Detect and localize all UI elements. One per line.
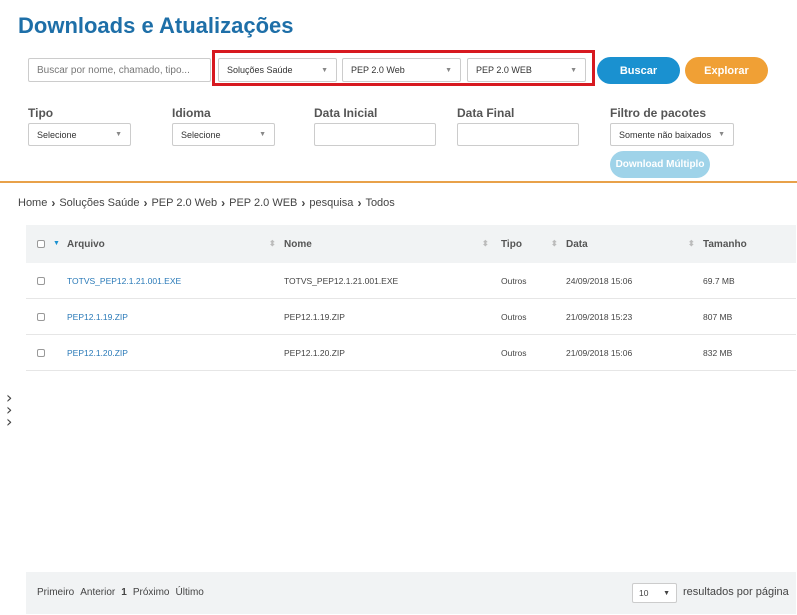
breadcrumb-home[interactable]: Home	[18, 197, 47, 209]
col-nome[interactable]: Nome	[284, 225, 312, 263]
table-row: TOTVS_PEP12.1.21.001.EXE TOTVS_PEP12.1.2…	[26, 263, 796, 299]
explorar-button[interactable]: Explorar	[685, 57, 768, 84]
table-header: ▼ Arquivo ⬍ Nome ⬍ Tipo ⬍ Data ⬍ Tamanho	[26, 225, 796, 263]
idioma-select[interactable]: Selecione ▼	[172, 123, 275, 146]
pager-first[interactable]: Primeiro	[37, 587, 74, 598]
filtro-pacotes-value: Somente não baixados	[619, 129, 712, 140]
filtro-pacotes-label: Filtro de pacotes	[610, 106, 707, 120]
arquivo-link[interactable]: PEP12.1.20.ZIP	[67, 335, 128, 371]
chevron-down-icon: ▼	[115, 131, 122, 138]
pager-links: Primeiro Anterior 1 Próximo Último	[37, 587, 204, 598]
per-page-label: resultados por página	[683, 586, 789, 598]
data-cell: 24/09/2018 15:06	[566, 276, 633, 286]
idioma-label: Idioma	[172, 106, 211, 120]
tipo-label: Tipo	[28, 106, 54, 120]
col-tamanho[interactable]: Tamanho	[703, 225, 747, 263]
breadcrumb: Home › Soluções Saúde › PEP 2.0 Web › PEP 2…	[18, 196, 395, 210]
chevron-down-icon: ▼	[259, 131, 266, 138]
tipo-select-value: Selecione	[37, 129, 77, 140]
highlight-annotation	[212, 50, 595, 86]
sort-icon[interactable]: ⬍	[551, 239, 558, 248]
pager-prev[interactable]: Anterior	[80, 587, 115, 598]
chevron-right-icon: ›	[51, 196, 56, 210]
expand-handle[interactable]: › › ›	[6, 390, 13, 431]
data-inicial-label: Data Inicial	[314, 106, 378, 120]
page-title: Downloads e Atualizações	[18, 13, 294, 38]
col-data[interactable]: Data	[566, 225, 588, 263]
breadcrumb-version[interactable]: PEP 2.0 WEB	[229, 197, 297, 209]
buscar-button[interactable]: Buscar	[597, 57, 680, 84]
chevron-right-icon: ›	[143, 196, 148, 210]
table-row: PEP12.1.20.ZIP PEP12.1.20.ZIP Outros 21/…	[26, 335, 796, 371]
tamanho-cell: 832 MB	[703, 348, 733, 358]
checkbox-box	[37, 277, 45, 285]
nome-cell: TOTVS_PEP12.1.21.001.EXE	[284, 276, 399, 286]
tamanho-cell: 69.7 MB	[703, 276, 735, 286]
divider	[0, 181, 797, 183]
breadcrumb-solucoes[interactable]: Soluções Saúde	[59, 197, 139, 209]
pagination: Primeiro Anterior 1 Próximo Último 10 ▼ …	[26, 572, 796, 614]
select-all-checkbox[interactable]	[37, 225, 45, 263]
chevron-down-icon: ▼	[663, 589, 670, 597]
col-arquivo[interactable]: Arquivo	[67, 225, 105, 263]
pager-current: 1	[121, 587, 127, 598]
tipo-cell: Outros	[501, 276, 527, 286]
pager-last[interactable]: Último	[176, 587, 204, 598]
row-checkbox[interactable]	[37, 299, 45, 335]
arquivo-link[interactable]: TOTVS_PEP12.1.21.001.EXE	[67, 263, 181, 299]
idioma-select-value: Selecione	[181, 129, 221, 140]
col-tipo[interactable]: Tipo	[501, 225, 522, 263]
data-final-input[interactable]	[457, 123, 579, 146]
chevron-down-icon: ▼	[718, 131, 725, 138]
checkbox-box	[37, 240, 45, 248]
nome-cell: PEP12.1.20.ZIP	[284, 348, 345, 358]
download-multiplo-button[interactable]: Download Múltiplo	[610, 151, 710, 178]
sort-icon[interactable]: ⬍	[269, 239, 276, 248]
checkbox-box	[37, 313, 45, 321]
pager-next[interactable]: Próximo	[133, 587, 170, 598]
data-cell: 21/09/2018 15:06	[566, 348, 633, 358]
page-size-value: 10	[639, 588, 649, 598]
page-size-select[interactable]: 10 ▼	[632, 583, 677, 603]
chevron-right-icon: ›	[221, 196, 226, 210]
data-inicial-input[interactable]	[314, 123, 436, 146]
sort-icon[interactable]: ⬍	[688, 239, 695, 248]
search-input[interactable]	[28, 58, 211, 82]
table-row: PEP12.1.19.ZIP PEP12.1.19.ZIP Outros 21/…	[26, 299, 796, 335]
tipo-cell: Outros	[501, 312, 527, 322]
chevron-right-icon: ›	[357, 196, 362, 210]
data-cell: 21/09/2018 15:23	[566, 312, 633, 322]
arquivo-link[interactable]: PEP12.1.19.ZIP	[67, 299, 128, 335]
checkbox-box	[37, 349, 45, 357]
tamanho-cell: 807 MB	[703, 312, 733, 322]
row-checkbox[interactable]	[37, 335, 45, 371]
filtro-pacotes-select[interactable]: Somente não baixados ▼	[610, 123, 734, 146]
breadcrumb-pesquisa[interactable]: pesquisa	[309, 197, 353, 209]
chevron-right-icon: ›	[6, 412, 13, 431]
chevron-right-icon: ›	[301, 196, 306, 210]
downloads-table: ▼ Arquivo ⬍ Nome ⬍ Tipo ⬍ Data ⬍ Tamanho…	[26, 225, 796, 371]
breadcrumb-todos: Todos	[365, 197, 395, 209]
sort-desc-icon[interactable]: ▼	[53, 240, 60, 247]
breadcrumb-product[interactable]: PEP 2.0 Web	[151, 197, 217, 209]
nome-cell: PEP12.1.19.ZIP	[284, 312, 345, 322]
tipo-cell: Outros	[501, 348, 527, 358]
data-final-label: Data Final	[457, 106, 515, 120]
sort-icon[interactable]: ⬍	[482, 239, 489, 248]
row-checkbox[interactable]	[37, 263, 45, 299]
tipo-select[interactable]: Selecione ▼	[28, 123, 131, 146]
